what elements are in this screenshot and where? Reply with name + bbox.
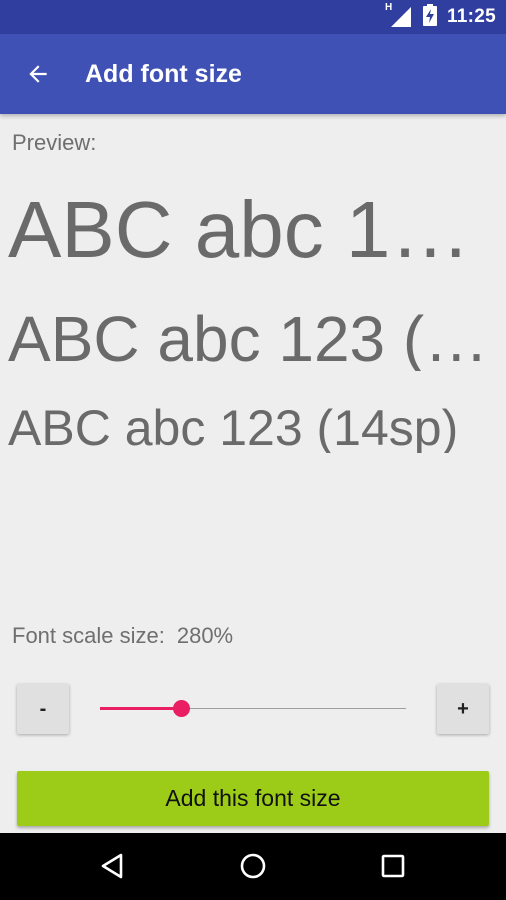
nav-home-icon — [240, 853, 266, 879]
signal-icon: H — [385, 2, 413, 28]
nav-recents-icon — [381, 854, 405, 878]
back-button[interactable] — [14, 50, 62, 98]
status-time: 11:25 — [446, 6, 496, 27]
preview-label: Preview: — [12, 130, 97, 155]
font-scale-slider[interactable] — [100, 694, 406, 724]
increase-button[interactable]: + — [437, 684, 489, 734]
nav-back-button[interactable] — [82, 841, 142, 891]
navigation-bar — [0, 833, 506, 900]
status-bar: H 11:25 — [0, 0, 506, 34]
preview-sample-small: ABC abc 123 (14sp) — [8, 403, 459, 453]
preview-sample-large: ABC abc 123 (39sp) — [8, 190, 496, 270]
page-title: Add font size — [85, 60, 242, 88]
slider-thumb[interactable] — [173, 700, 191, 717]
nav-recents-button[interactable] — [363, 841, 423, 891]
nav-back-icon — [101, 853, 123, 879]
add-font-size-button[interactable]: Add this font size — [17, 771, 489, 826]
preview-sample-medium: ABC abc 123 (29sp) — [8, 307, 496, 371]
font-scale-label: Font scale size: — [12, 623, 165, 648]
battery-charging-icon — [422, 3, 437, 31]
arrow-back-icon — [29, 65, 47, 83]
nav-home-button[interactable] — [223, 841, 283, 891]
font-scale-value: 280% — [176, 623, 234, 648]
slider-fill — [100, 707, 182, 710]
decrease-button[interactable]: - — [17, 684, 69, 734]
font-scale-row: Font scale size: 280% — [12, 623, 233, 649]
app-bar: Add font size — [0, 34, 506, 114]
status-icons: H 11:25 — [385, 0, 496, 34]
network-type-badge: H — [384, 2, 393, 13]
